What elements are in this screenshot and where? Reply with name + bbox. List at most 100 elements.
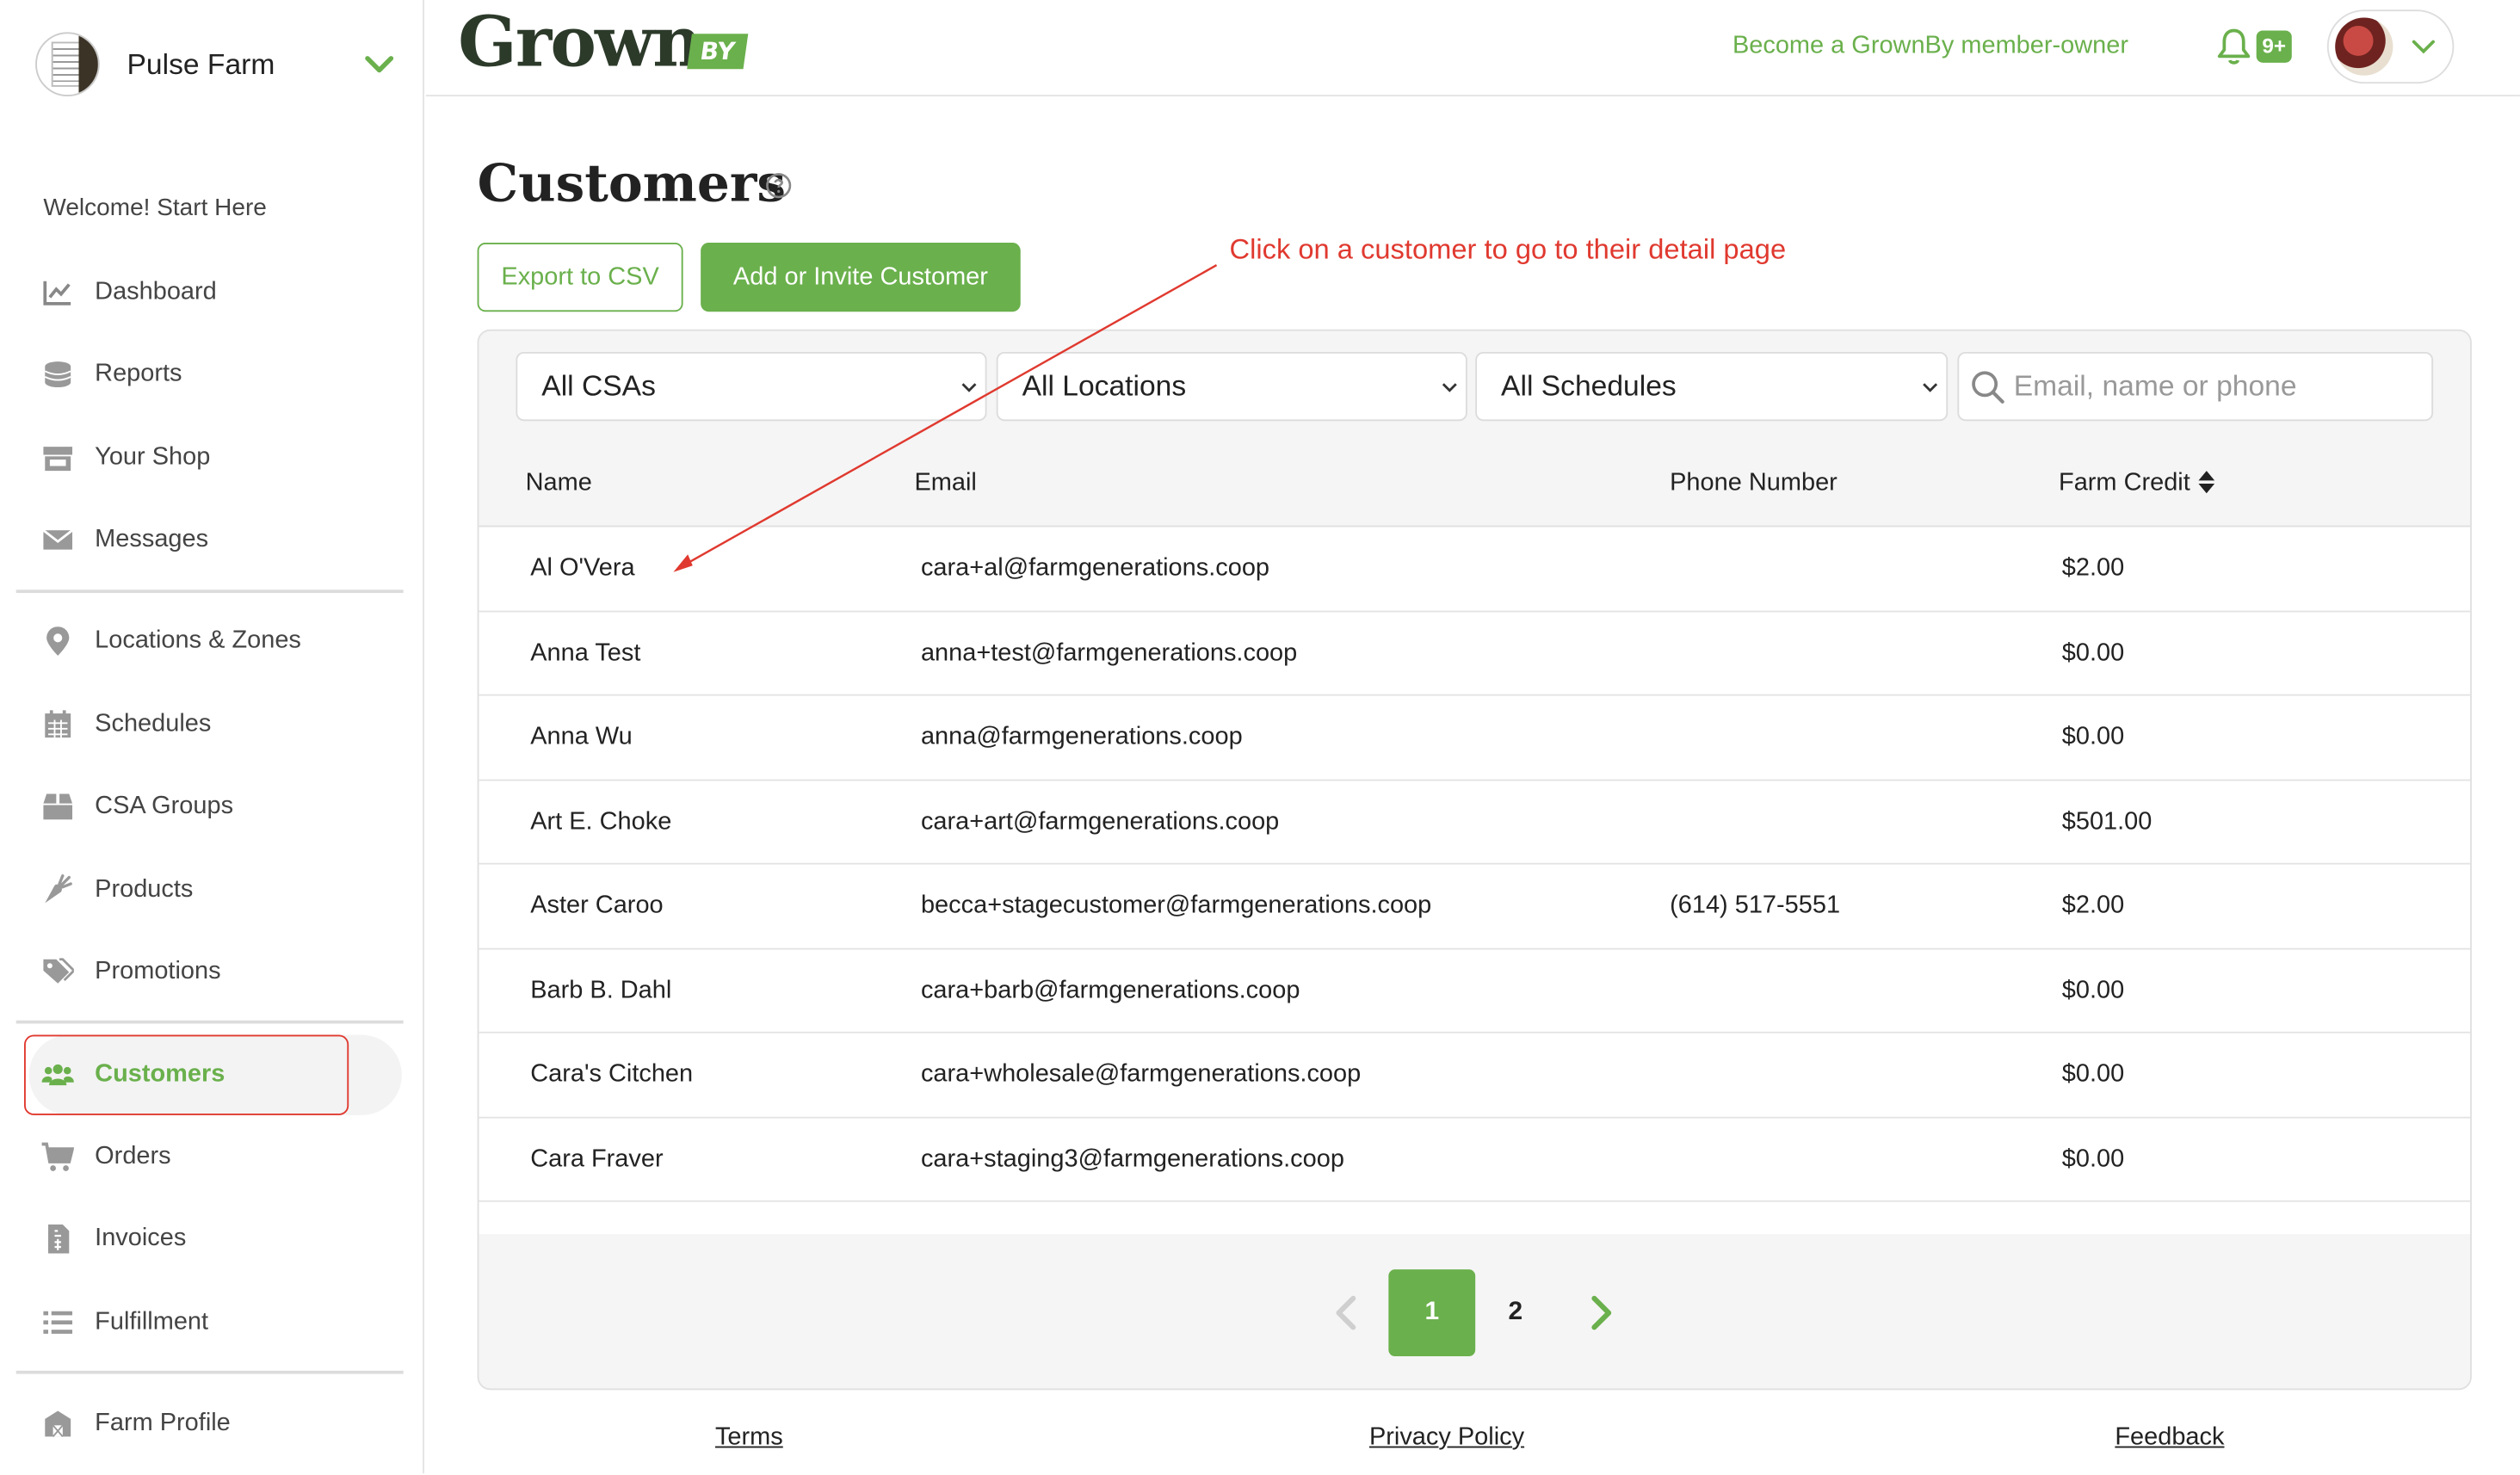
chevron-down-icon: [1923, 383, 1938, 392]
annotation-callout: Click on a customer to go to their detai…: [1229, 232, 1787, 266]
customer-email: becca+stagecustomer@farmgenerations.coop: [920, 892, 1432, 920]
farm-name: Pulse Farm: [127, 47, 275, 80]
customer-email: cara+staging3@farmgenerations.coop: [920, 1145, 1344, 1173]
customer-credit: $0.00: [2061, 1145, 2125, 1173]
customer-credit: $2.00: [2061, 554, 2125, 582]
sidebar-item-label: Fulfillment: [95, 1307, 209, 1336]
customer-email: cara+wholesale@farmgenerations.coop: [920, 1060, 1362, 1089]
feedback-link[interactable]: Feedback: [2115, 1423, 2224, 1453]
chevron-left-icon[interactable]: [1331, 1293, 1362, 1332]
store-icon: [40, 441, 76, 476]
csa-filter-value: All CSAs: [541, 369, 656, 402]
customers-table-body: Al O'Vera cara+al@farmgenerations.coop $…: [479, 527, 2471, 1235]
sidebar-item-orders[interactable]: Orders: [40, 1132, 171, 1181]
page-button-current[interactable]: 1: [1388, 1269, 1476, 1357]
sidebar-item-your-shop[interactable]: Your Shop: [40, 434, 211, 482]
export-csv-button[interactable]: Export to CSV: [477, 242, 683, 312]
sidebar-item-label: Locations & Zones: [95, 626, 301, 654]
sidebar-item-schedules[interactable]: Schedules: [40, 700, 211, 749]
member-owner-link[interactable]: Become a GrownBy member-owner: [1732, 32, 2128, 61]
chevron-down-icon: [365, 56, 394, 73]
table-row[interactable]: Aster Caroo becca+stagecustomer@farmgene…: [479, 864, 2471, 949]
sidebar-item-reports[interactable]: Reports: [40, 350, 182, 398]
column-header-name[interactable]: Name: [526, 469, 592, 498]
add-invite-customer-button[interactable]: Add or Invite Customer: [701, 242, 1021, 312]
terms-link[interactable]: Terms: [715, 1423, 783, 1453]
privacy-policy-link[interactable]: Privacy Policy: [1369, 1423, 1524, 1453]
chevron-right-icon[interactable]: [1584, 1293, 1616, 1332]
table-row-partial[interactable]: [479, 1201, 2471, 1235]
sidebar-divider: [15, 1020, 404, 1024]
account-menu[interactable]: [2326, 9, 2455, 84]
customer-credit: $0.00: [2061, 1060, 2125, 1089]
table-row[interactable]: Anna Wu anna@farmgenerations.coop $0.00: [479, 695, 2471, 781]
table-row[interactable]: Al O'Vera cara+al@farmgenerations.coop $…: [479, 527, 2471, 612]
grownby-logo[interactable]: Grown: [458, 3, 702, 83]
welcome-link[interactable]: Welcome! Start Here: [43, 194, 266, 222]
pagination: 1 2: [479, 1234, 2470, 1388]
sort-icon[interactable]: [2198, 471, 2214, 494]
envelope-icon: [40, 522, 76, 558]
customer-phone: (614) 517-5551: [1670, 892, 1841, 920]
customer-credit: $0.00: [2061, 723, 2125, 751]
sidebar-item-label: Products: [95, 875, 194, 904]
sidebar-item-label: Farm Profile: [95, 1409, 231, 1437]
map-pin-icon: [40, 624, 76, 659]
list-icon: [40, 1305, 76, 1340]
customer-search[interactable]: [1957, 351, 2434, 422]
search-icon: [1972, 370, 2004, 403]
customer-credit: $501.00: [2061, 807, 2152, 836]
sidebar-item-messages[interactable]: Messages: [40, 515, 208, 564]
schedule-filter-value: All Schedules: [1501, 369, 1677, 402]
farm-logo: [35, 32, 100, 97]
farm-switcher[interactable]: Pulse Farm: [35, 26, 397, 103]
sidebar-item-label: Dashboard: [95, 278, 217, 305]
tags-icon: [40, 954, 76, 990]
table-row[interactable]: Cara Fraver cara+staging3@farmgeneration…: [479, 1117, 2471, 1202]
customer-email: cara+al@farmgenerations.coop: [920, 554, 1270, 582]
location-filter-select[interactable]: All Locations: [996, 351, 1467, 422]
carrot-icon: [40, 873, 76, 908]
sidebar-divider: [15, 589, 404, 594]
sidebar: Pulse Farm Welcome! Start Here Dashboard…: [0, 0, 424, 1474]
sidebar-item-promotions[interactable]: Promotions: [40, 948, 221, 997]
sidebar-item-products[interactable]: Products: [40, 866, 194, 914]
table-row[interactable]: Anna Test anna+test@farmgenerations.coop…: [479, 611, 2471, 696]
column-header-farm-credit[interactable]: Farm Credit: [2059, 469, 2214, 498]
sidebar-item-csa-groups[interactable]: CSA Groups: [40, 782, 233, 830]
sidebar-item-locations-zones[interactable]: Locations & Zones: [40, 617, 301, 665]
users-icon: [40, 1058, 76, 1093]
table-header: Name Email Phone Number Farm Credit: [479, 442, 2471, 528]
table-row[interactable]: Cara's Citchen cara+wholesale@farmgenera…: [479, 1033, 2471, 1118]
sidebar-item-invoices[interactable]: Invoices: [40, 1215, 187, 1263]
customer-name: Barb B. Dahl: [530, 976, 672, 1004]
chevron-down-icon: [1442, 383, 1457, 392]
sidebar-item-label: Your Shop: [95, 443, 211, 472]
customer-email: cara+art@farmgenerations.coop: [920, 807, 1280, 836]
bell-icon[interactable]: [2216, 28, 2251, 66]
sidebar-item-dashboard[interactable]: Dashboard: [40, 268, 217, 317]
sidebar-divider: [15, 1370, 404, 1374]
column-header-email[interactable]: Email: [914, 469, 976, 498]
sidebar-item-label: Customers: [95, 1060, 225, 1089]
column-header-label: Farm Credit: [2059, 469, 2190, 497]
csa-filter-select[interactable]: All CSAs: [516, 351, 987, 422]
page-button[interactable]: 2: [1492, 1269, 1540, 1356]
sidebar-item-fulfillment[interactable]: Fulfillment: [40, 1299, 208, 1347]
chart-line-icon: [40, 275, 76, 310]
table-row[interactable]: Art E. Choke cara+art@farmgenerations.co…: [479, 780, 2471, 865]
sidebar-item-customers[interactable]: Customers: [40, 1051, 225, 1099]
sidebar-item-farm-profile[interactable]: Farm Profile: [40, 1399, 231, 1447]
chevron-down-icon: [961, 383, 977, 392]
sidebar-item-label: Invoices: [95, 1224, 187, 1252]
column-header-phone[interactable]: Phone Number: [1670, 469, 1838, 498]
customer-email: anna@farmgenerations.coop: [920, 723, 1243, 751]
coins-icon: [40, 357, 76, 392]
search-input[interactable]: [2013, 369, 2416, 404]
table-row[interactable]: Barb B. Dahl cara+barb@farmgenerations.c…: [479, 948, 2471, 1034]
sidebar-item-label: Promotions: [95, 957, 221, 985]
schedule-filter-select[interactable]: All Schedules: [1475, 351, 1949, 422]
cart-icon: [40, 1139, 76, 1175]
top-bar: Grown BY Become a GrownBy member-owner 9…: [425, 0, 2520, 97]
help-icon[interactable]: [765, 172, 793, 200]
